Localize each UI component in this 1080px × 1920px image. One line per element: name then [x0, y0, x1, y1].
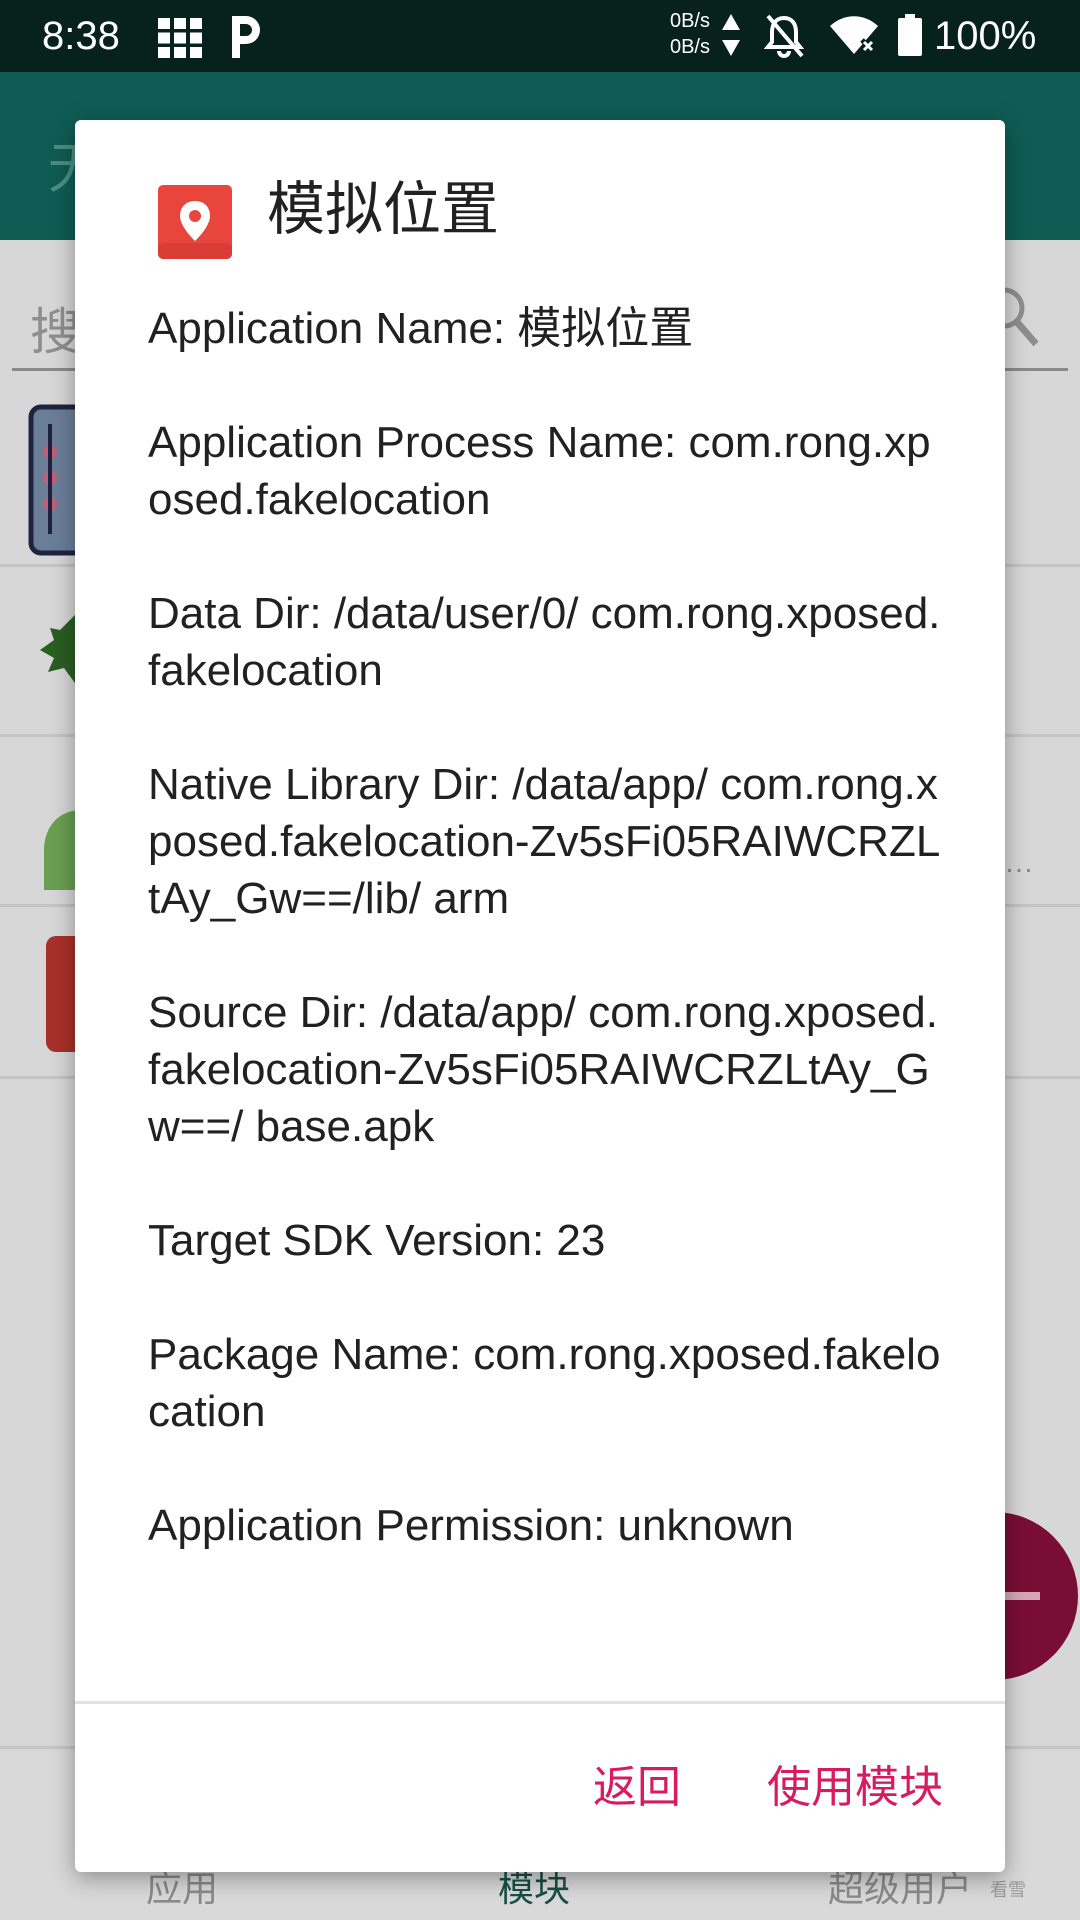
back-button[interactable]: 返回 — [593, 1760, 681, 1816]
wifi-icon — [830, 16, 878, 54]
net-speed-up: 0B/s — [669, 10, 710, 32]
battery-percentage: 100% — [934, 14, 1037, 58]
info-permission: Application Permission: unknown — [148, 1501, 794, 1550]
info-package-name: Package Name: com.rong.xposed.fakelocati… — [148, 1330, 941, 1436]
search-hint: 搜 — [30, 304, 80, 360]
dialog-divider — [75, 1701, 1005, 1704]
status-time: 8:38 — [42, 14, 120, 58]
app-info-dialog: 模拟位置 Application Name: 模拟位置 Application … — [75, 120, 1005, 1872]
info-process-name: Application Process Name: com.rong.xpose… — [148, 418, 931, 524]
info-data-dir: Data Dir: /data/user/0/ com.rong.xposed.… — [148, 589, 941, 695]
battery-icon — [898, 14, 922, 56]
leaf-app-icon[interactable] — [40, 610, 80, 690]
info-application-name: Application Name: 模拟位置 — [148, 304, 694, 353]
info-source-dir: Source Dir: /data/app/ com.rong.xposed.f… — [148, 988, 938, 1151]
info-native-library-dir: Native Library Dir: /data/app/ com.rong.… — [148, 760, 941, 923]
updown-arrows-icon — [722, 14, 740, 56]
dialog-title: 模拟位置 — [267, 177, 500, 242]
truncated-text: … — [1004, 846, 1034, 879]
grid-icon — [158, 18, 202, 58]
location-pin-icon — [158, 185, 232, 259]
net-speed-down: 0B/s — [669, 36, 710, 58]
net-speed: 0B/s 0B/s — [656, 8, 710, 60]
status-bar: 8:38 0B/s 0B/s 100% — [0, 0, 1080, 72]
use-module-button[interactable]: 使用模块 — [767, 1760, 943, 1816]
parking-icon — [232, 16, 260, 58]
dialog-body: Application Name: 模拟位置 Application Proce… — [148, 300, 948, 1554]
bell-off-icon — [764, 14, 804, 58]
info-target-sdk: Target SDK Version: 23 — [148, 1216, 606, 1265]
fab-icon — [1000, 1592, 1040, 1600]
watermark: 看雪 — [990, 1880, 1026, 1900]
